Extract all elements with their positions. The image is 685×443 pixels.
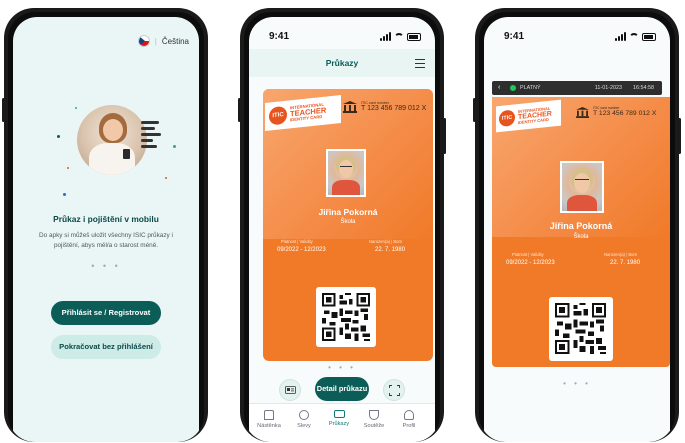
- tab-label: Slevy: [297, 423, 311, 429]
- holder-name: Jiřina Pokorná: [318, 207, 378, 217]
- wifi-icon: [394, 33, 404, 41]
- tab-label: Nástěnka: [257, 423, 281, 429]
- tab-slevy[interactable]: Slevy: [286, 410, 322, 429]
- holder-photo: [326, 149, 366, 197]
- card-detail-screen: 9:41 ‹ PLATNÝ 11-01-2023 16:54:58 ITIC I…: [484, 17, 670, 442]
- signal-icon: [380, 32, 391, 41]
- phone-bezel: | Čeština Průkaz i pojištění v mobilu Do…: [8, 12, 204, 442]
- tab-souteze[interactable]: Soutěže: [356, 410, 392, 429]
- discount-icon: [299, 410, 309, 420]
- decor-dot: [165, 177, 167, 179]
- scan-icon: [389, 385, 400, 396]
- decor-stripes: [141, 121, 163, 161]
- onboarding-screen: | Čeština Průkaz i pojištění v mobilu Do…: [13, 17, 199, 442]
- check-time: 16:54:58: [633, 85, 654, 91]
- tab-label: Průkazy: [328, 421, 350, 427]
- phone-bezel: 9:41 Průkazy ITIC INTERNATIONAL TEACHER …: [244, 12, 440, 442]
- volume-button: [2, 98, 5, 122]
- birth-label: Narozen(a) | Born: [604, 252, 638, 257]
- battery-icon: [407, 33, 421, 41]
- trophy-icon: [369, 410, 379, 420]
- id-card-icon: [285, 386, 296, 394]
- user-icon: [404, 410, 414, 420]
- page-title: Průkazy: [325, 58, 359, 68]
- phone-onboarding: | Čeština Průkaz i pojištění v mobilu Do…: [2, 8, 208, 442]
- holder-name: Jiřina Pokorná: [549, 221, 613, 231]
- sliders-icon[interactable]: [415, 58, 425, 68]
- volume-button: [238, 98, 241, 122]
- status-bar: 9:41: [249, 17, 435, 47]
- status-time: 9:41: [504, 31, 525, 42]
- card-number: ITIC card number T 123 456 789 012 X: [593, 106, 657, 117]
- onboarding-pager[interactable]: • • •: [13, 261, 199, 271]
- qr-code: [549, 297, 613, 361]
- home-icon: [264, 410, 274, 420]
- language-label: Čeština: [161, 36, 189, 46]
- onboarding-description: Do apky si můžeš uložit všechny ISIC prů…: [39, 232, 173, 249]
- tab-nastenka[interactable]: Nástěnka: [251, 410, 287, 429]
- qr-code: [316, 287, 376, 347]
- tab-profil[interactable]: Profil: [391, 410, 427, 429]
- cards-screen: 9:41 Průkazy ITIC INTERNATIONAL TEACHER …: [249, 17, 435, 442]
- tab-label: Profil: [402, 423, 416, 429]
- validity-label: Platnost | Validity: [281, 239, 313, 244]
- tab-label: Soutěže: [363, 423, 385, 429]
- phone-cards: 9:41 Průkazy ITIC INTERNATIONAL TEACHER …: [238, 8, 446, 442]
- holder-photo: [560, 161, 604, 213]
- hero-avatar-illustration: [77, 105, 147, 175]
- tab-prukazy[interactable]: Průkazy: [321, 410, 357, 427]
- tab-bar: Nástěnka Slevy Průkazy Soutěže Profil: [249, 403, 435, 442]
- school-name: Škola: [573, 234, 589, 240]
- onboarding-title: Průkaz i pojištění v mobilu: [53, 214, 159, 224]
- detail-pager[interactable]: • • •: [484, 379, 670, 388]
- decor-dot: [63, 193, 66, 196]
- login-register-button[interactable]: Přihlásit se / Registrovat: [51, 301, 161, 325]
- valid-status: PLATNÝ: [520, 85, 541, 91]
- itic-card[interactable]: ITIC INTERNATIONAL TEACHER IDENTITY CARD…: [263, 89, 433, 361]
- school-name: Škola: [340, 219, 356, 225]
- power-button: [678, 118, 681, 154]
- language-switcher[interactable]: | Čeština: [137, 35, 189, 47]
- validity-value: 09/2022 - 12/2023: [277, 247, 326, 253]
- battery-icon: [642, 33, 656, 41]
- phone-bezel: 9:41 ‹ PLATNÝ 11-01-2023 16:54:58 ITIC I…: [479, 12, 675, 442]
- cards-pager[interactable]: • • •: [249, 363, 435, 372]
- continue-without-login-button[interactable]: Pokračovat bez přihlášení: [51, 335, 161, 359]
- status-bar: 9:41: [484, 17, 670, 47]
- birth-label: Narozen(a) | Born: [369, 239, 403, 244]
- validity-value: 09/2022 - 12/2023: [506, 260, 555, 266]
- wifi-icon: [629, 33, 639, 41]
- id-card-button[interactable]: [279, 379, 301, 401]
- itic-card-detail: ITIC INTERNATIONAL TEACHER IDENTITY CARD…: [492, 97, 670, 367]
- back-chevron-icon[interactable]: ‹: [498, 84, 500, 91]
- decor-dot: [67, 167, 69, 169]
- museum-icon: [576, 107, 589, 118]
- decor-dot: [57, 135, 60, 138]
- check-date: 11-01-2023: [594, 85, 622, 91]
- decor-dot: [75, 107, 77, 109]
- birth-value: 22. 7. 1980: [610, 260, 641, 266]
- cards-header: Průkazy: [249, 49, 435, 77]
- decor-dot: [173, 145, 176, 148]
- birth-value: 22. 7. 1980: [375, 247, 406, 253]
- language-divider: |: [154, 36, 157, 46]
- valid-status-dot-icon: [510, 85, 516, 91]
- card-icon: [333, 410, 345, 418]
- status-time: 9:41: [269, 31, 290, 42]
- volume-button: [473, 98, 476, 122]
- scan-button[interactable]: [383, 379, 405, 401]
- phone-card-detail: 9:41 ‹ PLATNÝ 11-01-2023 16:54:58 ITIC I…: [473, 8, 681, 442]
- museum-icon: [343, 101, 357, 113]
- card-detail-button[interactable]: Detail průkazu: [315, 377, 369, 401]
- czech-flag-icon: [137, 35, 150, 47]
- signal-icon: [615, 32, 626, 41]
- card-number: ITIC card number T 123 456 789 012 X: [361, 101, 427, 112]
- validity-label: Platnost | Validity: [512, 252, 544, 257]
- validity-bar: ‹ PLATNÝ 11-01-2023 16:54:58: [492, 81, 662, 95]
- power-button: [443, 118, 446, 154]
